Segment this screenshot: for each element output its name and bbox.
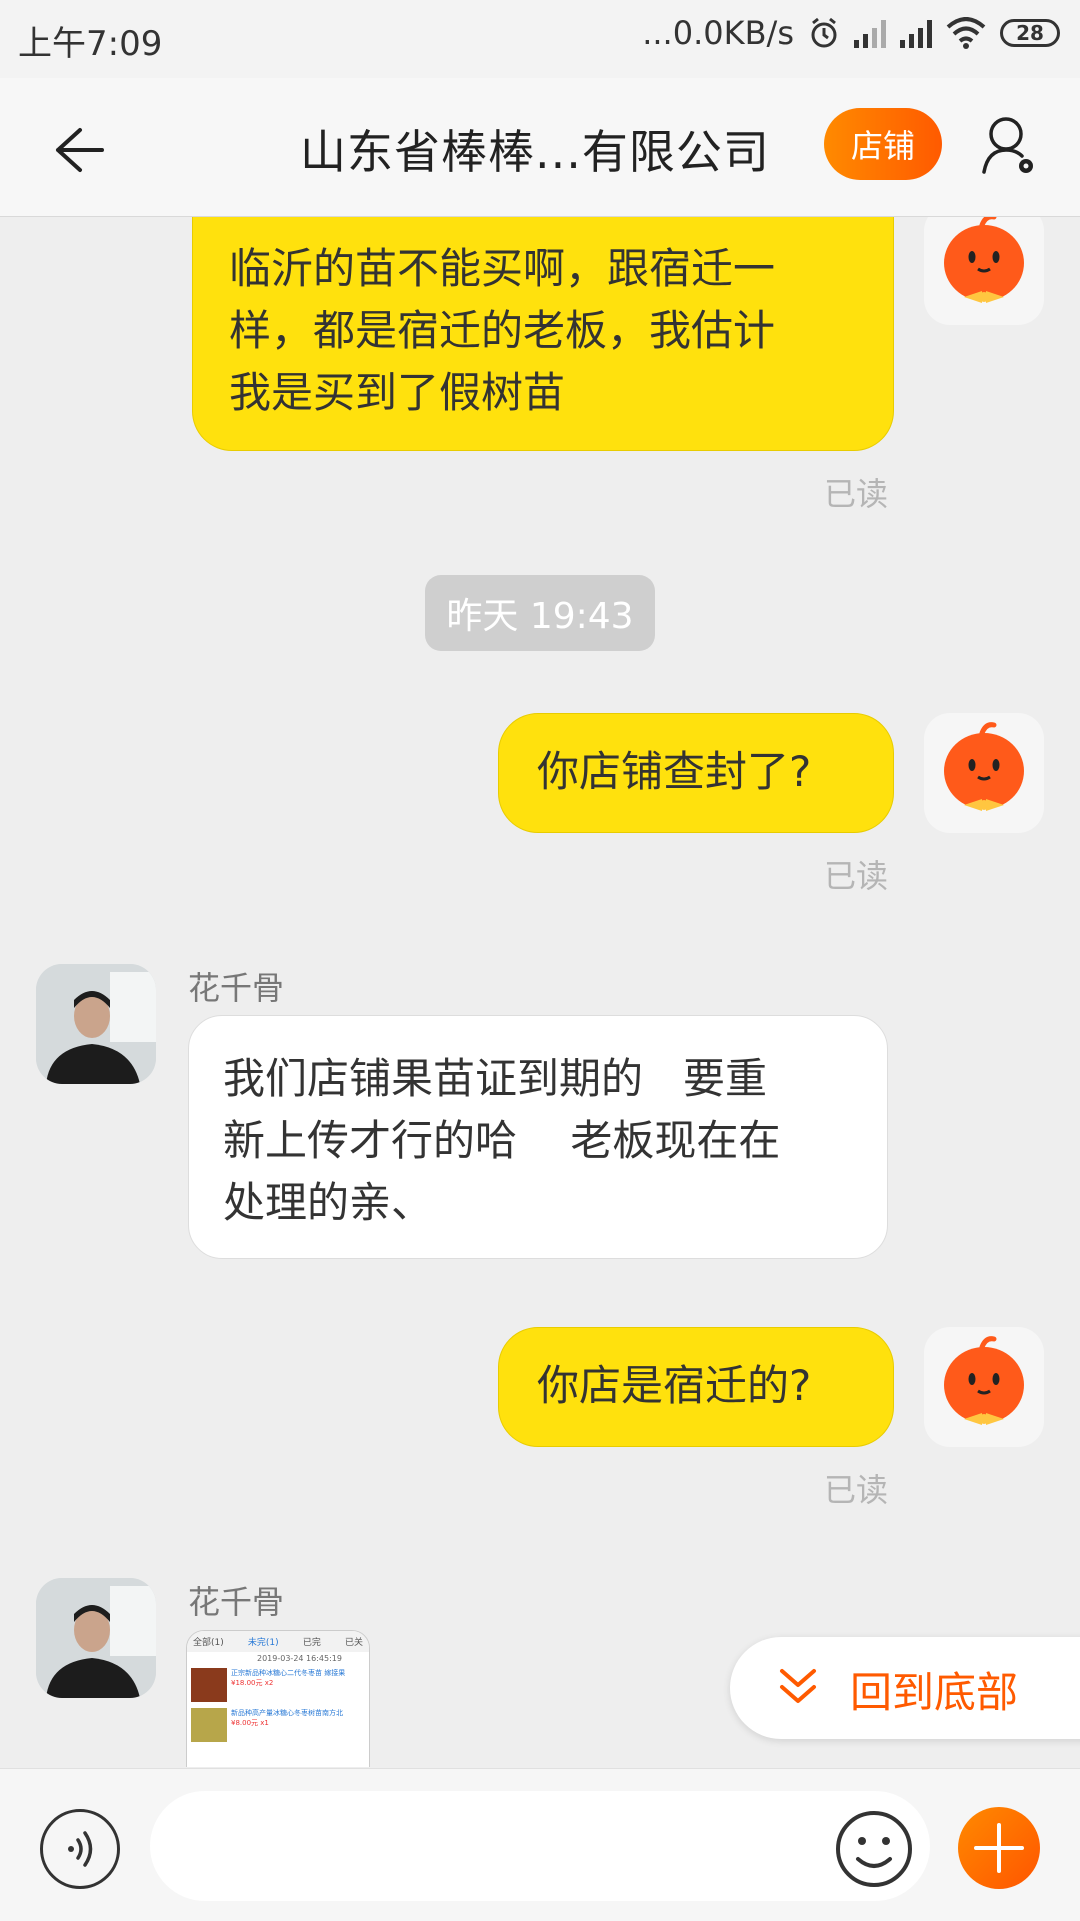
chat-area[interactable]: 临沂的苗不能买啊，跟宿迁一 样，都是宿迁的老板，我估计 我是买到了假树苗 已读 … [0, 217, 1080, 1767]
timestamp-divider: 昨天 19:43 [425, 575, 655, 651]
pumpkin-mascot-icon [944, 722, 1024, 811]
product-photo [191, 1708, 227, 1742]
my-avatar[interactable] [924, 713, 1044, 833]
plus-button[interactable] [958, 1807, 1040, 1889]
contact-avatar[interactable] [36, 1578, 156, 1698]
thumbnail-item-title: 新品种高产量冰糖心冬枣树苗南方北 [231, 1709, 343, 1717]
alarm-icon [811, 17, 837, 48]
sender-name: 花千骨 [188, 969, 285, 1007]
pumpkin-mascot-icon [944, 1336, 1024, 1425]
status-time: 上午7:09 [18, 24, 163, 64]
back-arrow-icon[interactable] [50, 122, 106, 178]
page-title: 山东省棒棒...有限公司 [300, 125, 770, 179]
my-avatar[interactable] [924, 217, 1044, 325]
message-line: 临沂的苗不能买啊，跟宿迁一 [229, 244, 776, 293]
wifi-icon [946, 17, 986, 49]
status-bar: 上午7:09 ...0.0KB/s 28 [0, 0, 1080, 78]
thumbnail-tab: 未完(1) [247, 1638, 279, 1648]
double-chevron-down-icon [780, 1669, 816, 1703]
emoji-icon[interactable] [834, 1809, 914, 1889]
person-photo [36, 1578, 156, 1698]
voice-icon [68, 1831, 93, 1867]
thumbnail-item-title: 正宗新品种冰糖心二代冬枣苗 嫁接果 [231, 1669, 346, 1677]
message-bubble-mine[interactable]: 你店铺查封了? [498, 713, 894, 833]
voice-button[interactable] [40, 1809, 120, 1889]
contact-avatar[interactable] [36, 964, 156, 1084]
signal-icon [854, 18, 886, 48]
thumbnail-item: 新品种高产量冰糖心冬枣树苗南方北 ¥8.00元 x1 [187, 1705, 369, 1745]
product-photo [191, 1668, 227, 1702]
back-to-bottom-label: 回到底部 [850, 1668, 1019, 1717]
shop-button[interactable]: 店铺 [824, 108, 942, 180]
message-line: 我们店铺果苗证到期的 要重 [223, 1054, 768, 1103]
message-input[interactable] [150, 1791, 930, 1901]
input-bar [0, 1768, 1080, 1921]
message-bubble-mine[interactable]: 临沂的苗不能买啊，跟宿迁一 样，都是宿迁的老板，我估计 我是买到了假树苗 [192, 217, 894, 451]
message-bubble-mine[interactable]: 你店是宿迁的? [498, 1327, 894, 1447]
message-text: 你店是宿迁的? [537, 1361, 812, 1410]
network-speed: ...0.0KB/s [642, 14, 794, 52]
message-text: 你店铺查封了? [537, 747, 812, 796]
battery-level: 28 [1016, 21, 1044, 45]
read-status: 已读 [824, 475, 889, 513]
pumpkin-mascot-icon [944, 217, 1024, 303]
thumbnail-item: 正宗新品种冰糖心二代冬枣苗 嫁接果 ¥18.00元 x2 [187, 1665, 369, 1705]
user-settings-icon[interactable] [980, 114, 1040, 180]
thumbnail-item-price: ¥18.00元 x2 [231, 1679, 274, 1687]
message-line: 处理的亲、 [223, 1178, 434, 1227]
thumbnail-tabs: 全部(1) 未完(1) 已完 已关 [187, 1631, 369, 1652]
message-line: 样，都是宿迁的老板，我估计 [229, 306, 776, 355]
read-status: 已读 [824, 857, 889, 895]
status-icons: ...0.0KB/s 28 [642, 14, 1060, 52]
thumbnail-item-price: ¥8.00元 x1 [231, 1719, 269, 1727]
sender-name: 花千骨 [188, 1583, 285, 1621]
message-line: 我是买到了假树苗 [229, 368, 566, 417]
image-message[interactable]: 全部(1) 未完(1) 已完 已关 2019-03-24 16:45:19 正宗… [186, 1630, 370, 1767]
my-avatar[interactable] [924, 1327, 1044, 1447]
signal-icon-2 [900, 18, 932, 48]
thumbnail-tab: 已关 [344, 1638, 363, 1648]
thumbnail-tab: 全部(1) [193, 1638, 224, 1648]
back-to-bottom-button[interactable]: 回到底部 [730, 1637, 1080, 1739]
message-line: 新上传才行的哈 老板现在在 [223, 1116, 781, 1165]
chat-header: 山东省棒棒...有限公司 店铺 [0, 78, 1080, 217]
person-photo [36, 964, 156, 1084]
plus-icon [974, 1823, 1024, 1873]
message-bubble-theirs[interactable]: 我们店铺果苗证到期的 要重 新上传才行的哈 老板现在在 处理的亲、 [188, 1015, 888, 1259]
battery-icon: 28 [1000, 19, 1060, 47]
read-status: 已读 [824, 1471, 889, 1509]
thumbnail-date: 2019-03-24 16:45:19 [257, 1654, 342, 1663]
thumbnail-tab: 已完 [302, 1638, 321, 1648]
